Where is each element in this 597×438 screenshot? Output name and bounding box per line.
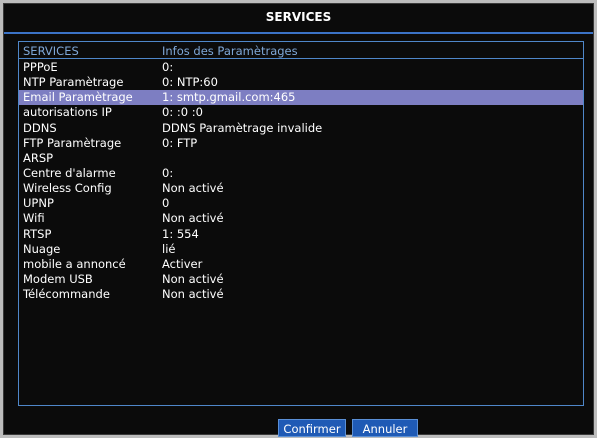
table-row[interactable]: Wireless Config Non activé bbox=[19, 181, 583, 196]
row-service-value: Non activé bbox=[162, 211, 224, 226]
row-service-value: Non activé bbox=[162, 181, 224, 196]
table-row[interactable]: NTP Paramètrage 0: NTP:60 bbox=[19, 75, 583, 90]
row-service-name: Wifi bbox=[23, 211, 45, 226]
row-service-value: 1: 554 bbox=[162, 226, 199, 241]
title-divider bbox=[4, 32, 593, 34]
header-services: SERVICES bbox=[23, 44, 79, 58]
row-service-name: autorisations IP bbox=[23, 105, 112, 120]
row-service-value: 0: FTP bbox=[162, 135, 198, 150]
row-service-name: Email Paramètrage bbox=[23, 90, 133, 105]
services-window: SERVICES SERVICES Infos des Paramètrages… bbox=[3, 3, 594, 437]
table-row[interactable]: Centre d'alarme 0: bbox=[19, 166, 583, 181]
table-row[interactable]: RTSP 1: 554 bbox=[19, 227, 583, 242]
row-service-name: DDNS bbox=[23, 120, 57, 135]
table-row[interactable]: DDNS DDNS Paramètrage invalide bbox=[19, 121, 583, 136]
table-rows: PPPoE 0: NTP Paramètrage 0: NTP:60 Email P… bbox=[19, 60, 583, 302]
table-row[interactable]: Wifi Non activé bbox=[19, 211, 583, 226]
row-service-name: ARSP bbox=[23, 150, 54, 165]
row-service-name: Wireless Config bbox=[23, 181, 112, 196]
row-service-value: 1: smtp.gmail.com:465 bbox=[162, 90, 296, 105]
row-service-value: 0 bbox=[162, 196, 170, 211]
row-service-name: Centre d'alarme bbox=[23, 165, 116, 180]
table-row[interactable]: Nuage lié bbox=[19, 242, 583, 257]
header-settings-info: Infos des Paramètrages bbox=[162, 44, 298, 58]
table-row[interactable]: UPNP 0 bbox=[19, 196, 583, 211]
row-service-value: 0: NTP:60 bbox=[162, 75, 218, 90]
row-service-value: DDNS Paramètrage invalide bbox=[162, 120, 323, 135]
row-service-value: 0: bbox=[162, 60, 174, 74]
row-service-value: lié bbox=[162, 241, 176, 256]
table-row[interactable]: autorisations IP 0: :0 :0 bbox=[19, 105, 583, 120]
table-row[interactable]: PPPoE 0: bbox=[19, 60, 583, 75]
row-service-value: Activer bbox=[162, 256, 203, 271]
row-service-name: PPPoE bbox=[23, 60, 58, 74]
row-service-name: FTP Paramètrage bbox=[23, 135, 122, 150]
row-service-name: Télécommande bbox=[23, 287, 110, 302]
table-row[interactable]: mobile a annoncé Activer bbox=[19, 257, 583, 272]
row-service-value: Non activé bbox=[162, 271, 224, 286]
confirm-button[interactable]: Confirmer bbox=[278, 419, 346, 437]
table-row-selected[interactable]: Email Paramètrage 1: smtp.gmail.com:465 bbox=[19, 90, 583, 106]
row-service-name: Nuage bbox=[23, 241, 61, 256]
table-row[interactable]: FTP Paramètrage 0: FTP bbox=[19, 136, 583, 151]
window-title: SERVICES bbox=[265, 10, 332, 24]
row-service-name: NTP Paramètrage bbox=[23, 75, 124, 90]
table-header: SERVICES Infos des Paramètrages bbox=[19, 43, 583, 59]
table-row[interactable]: ARSP bbox=[19, 151, 583, 166]
services-table: SERVICES Infos des Paramètrages PPPoE 0: … bbox=[18, 41, 584, 406]
row-service-value: 0: :0 :0 bbox=[162, 105, 203, 120]
row-service-name: UPNP bbox=[23, 196, 54, 211]
row-service-value: Non activé bbox=[162, 287, 224, 302]
row-service-name: RTSP bbox=[23, 226, 52, 241]
table-row[interactable]: Modem USB Non activé bbox=[19, 272, 583, 287]
row-service-name: Modem USB bbox=[23, 271, 93, 286]
cancel-button[interactable]: Annuler bbox=[352, 419, 418, 437]
row-service-value: 0: bbox=[162, 165, 174, 180]
table-row[interactable]: Télécommande Non activé bbox=[19, 287, 583, 302]
row-service-name: mobile a annoncé bbox=[23, 256, 126, 271]
